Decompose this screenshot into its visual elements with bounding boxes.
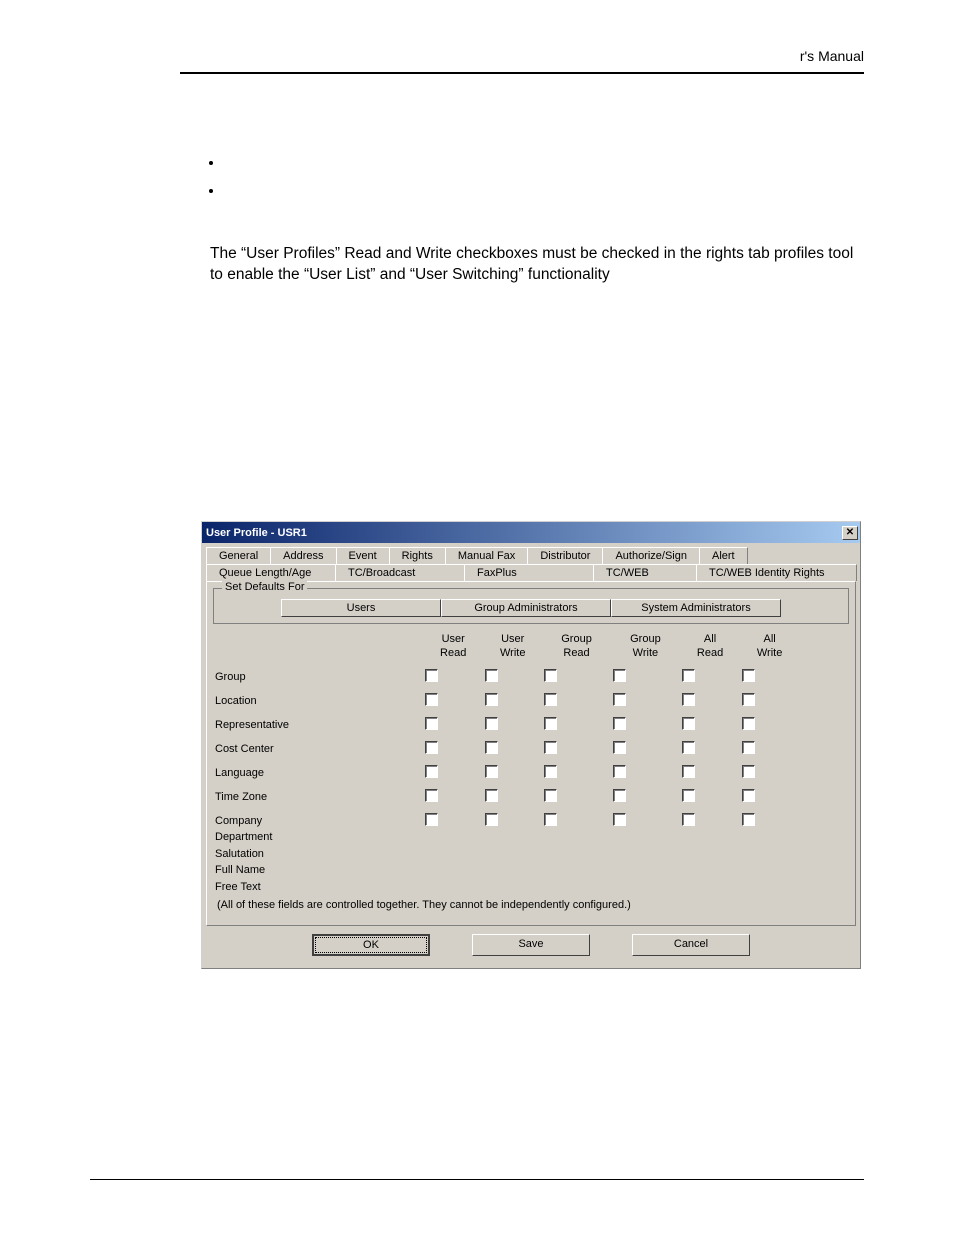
group-administrators-button[interactable]: Group Administrators [441, 599, 611, 617]
checkbox[interactable] [425, 765, 438, 778]
col-all-write: AllWrite [740, 628, 799, 665]
checkbox[interactable] [544, 669, 557, 682]
tab-event[interactable]: Event [336, 547, 390, 564]
bullet-item [224, 182, 864, 210]
checkbox[interactable] [485, 693, 498, 706]
ok-button[interactable]: OK [312, 934, 430, 956]
tab-manual-fax[interactable]: Manual Fax [445, 547, 528, 564]
checkbox[interactable] [682, 717, 695, 730]
users-button[interactable]: Users [281, 599, 441, 617]
checkbox[interactable] [544, 765, 557, 778]
tabs-row-1: General Address Event Rights Manual Fax … [206, 547, 856, 564]
col-all-read: AllRead [680, 628, 740, 665]
tab-general[interactable]: General [206, 547, 271, 564]
col-group-read: GroupRead [542, 628, 611, 665]
header-text: r's Manual [180, 48, 864, 64]
checkbox[interactable] [742, 741, 755, 754]
tab-tcweb-identity-rights[interactable]: TC/WEB Identity Rights [696, 564, 857, 581]
checkbox[interactable] [485, 789, 498, 802]
table-row: Language [213, 761, 849, 785]
footer-rule [90, 1179, 864, 1180]
checkbox[interactable] [682, 693, 695, 706]
row-label: Location [213, 689, 423, 713]
tab-distributor[interactable]: Distributor [527, 547, 603, 564]
rights-grid: UserRead UserWrite GroupRead GroupWrite … [213, 628, 849, 899]
row-label: Time Zone [213, 785, 423, 809]
checkbox[interactable] [613, 765, 626, 778]
checkbox[interactable] [742, 765, 755, 778]
tab-rights[interactable]: Rights [389, 547, 446, 564]
row-label: Representative [213, 713, 423, 737]
titlebar: User Profile - USR1 ✕ [202, 522, 860, 543]
checkbox[interactable] [613, 813, 626, 826]
checkbox[interactable] [682, 741, 695, 754]
checkbox[interactable] [485, 765, 498, 778]
table-row: Location [213, 689, 849, 713]
tab-alert[interactable]: Alert [699, 547, 748, 564]
checkbox[interactable] [613, 669, 626, 682]
checkbox[interactable] [425, 789, 438, 802]
checkbox[interactable] [613, 789, 626, 802]
tab-queue-length-age[interactable]: Queue Length/Age [206, 564, 336, 581]
table-row: Time Zone [213, 785, 849, 809]
bullet-item [224, 154, 864, 182]
col-user-write: UserWrite [483, 628, 542, 665]
checkbox[interactable] [544, 693, 557, 706]
checkbox[interactable] [425, 717, 438, 730]
checkbox[interactable] [544, 813, 557, 826]
checkbox[interactable] [682, 765, 695, 778]
checkbox[interactable] [682, 813, 695, 826]
checkbox[interactable] [485, 813, 498, 826]
multi-row-labels: Company Department Salutation Full Name … [213, 809, 423, 900]
checkbox[interactable] [485, 669, 498, 682]
tab-tcweb[interactable]: TC/WEB [593, 564, 697, 581]
table-row: Cost Center [213, 737, 849, 761]
row-label: Language [213, 761, 423, 785]
checkbox[interactable] [742, 669, 755, 682]
tab-tc-broadcast[interactable]: TC/Broadcast [335, 564, 465, 581]
checkbox[interactable] [682, 669, 695, 682]
checkbox[interactable] [742, 693, 755, 706]
tab-panel: Set Defaults For Users Group Administrat… [206, 581, 856, 926]
checkbox[interactable] [613, 741, 626, 754]
checkbox[interactable] [544, 741, 557, 754]
user-profile-dialog: User Profile - USR1 ✕ General Address Ev… [201, 521, 861, 969]
tab-authorize-sign[interactable]: Authorize/Sign [602, 547, 700, 564]
groupbox-label: Set Defaults For [222, 581, 307, 593]
col-group-write: GroupWrite [611, 628, 680, 665]
system-administrators-button[interactable]: System Administrators [611, 599, 781, 617]
checkbox[interactable] [425, 669, 438, 682]
checkbox[interactable] [485, 741, 498, 754]
checkbox[interactable] [613, 693, 626, 706]
table-row: Group [213, 665, 849, 689]
tabs-row-2: Queue Length/Age TC/Broadcast FaxPlus TC… [206, 564, 856, 581]
col-user-read: UserRead [423, 628, 483, 665]
row-label: Cost Center [213, 737, 423, 761]
checkbox[interactable] [544, 789, 557, 802]
note-text: The “User Profiles” Read and Write check… [210, 244, 864, 286]
save-button[interactable]: Save [472, 934, 590, 956]
checkbox[interactable] [742, 789, 755, 802]
checkbox[interactable] [742, 813, 755, 826]
table-row: Representative [213, 713, 849, 737]
checkbox[interactable] [485, 717, 498, 730]
checkbox[interactable] [682, 789, 695, 802]
dialog-title: User Profile - USR1 [206, 527, 842, 539]
table-row: Company Department Salutation Full Name … [213, 809, 849, 900]
tab-faxplus[interactable]: FaxPlus [464, 564, 594, 581]
checkbox[interactable] [544, 717, 557, 730]
header-rule [180, 72, 864, 74]
checkbox[interactable] [613, 717, 626, 730]
close-icon[interactable]: ✕ [842, 526, 858, 540]
set-defaults-groupbox: Set Defaults For Users Group Administrat… [213, 588, 849, 624]
checkbox[interactable] [425, 741, 438, 754]
cancel-button[interactable]: Cancel [632, 934, 750, 956]
checkbox[interactable] [425, 813, 438, 826]
row-label: Group [213, 665, 423, 689]
checkbox[interactable] [425, 693, 438, 706]
config-note: (All of these fields are controlled toge… [213, 899, 849, 915]
tab-address[interactable]: Address [270, 547, 336, 564]
checkbox[interactable] [742, 717, 755, 730]
